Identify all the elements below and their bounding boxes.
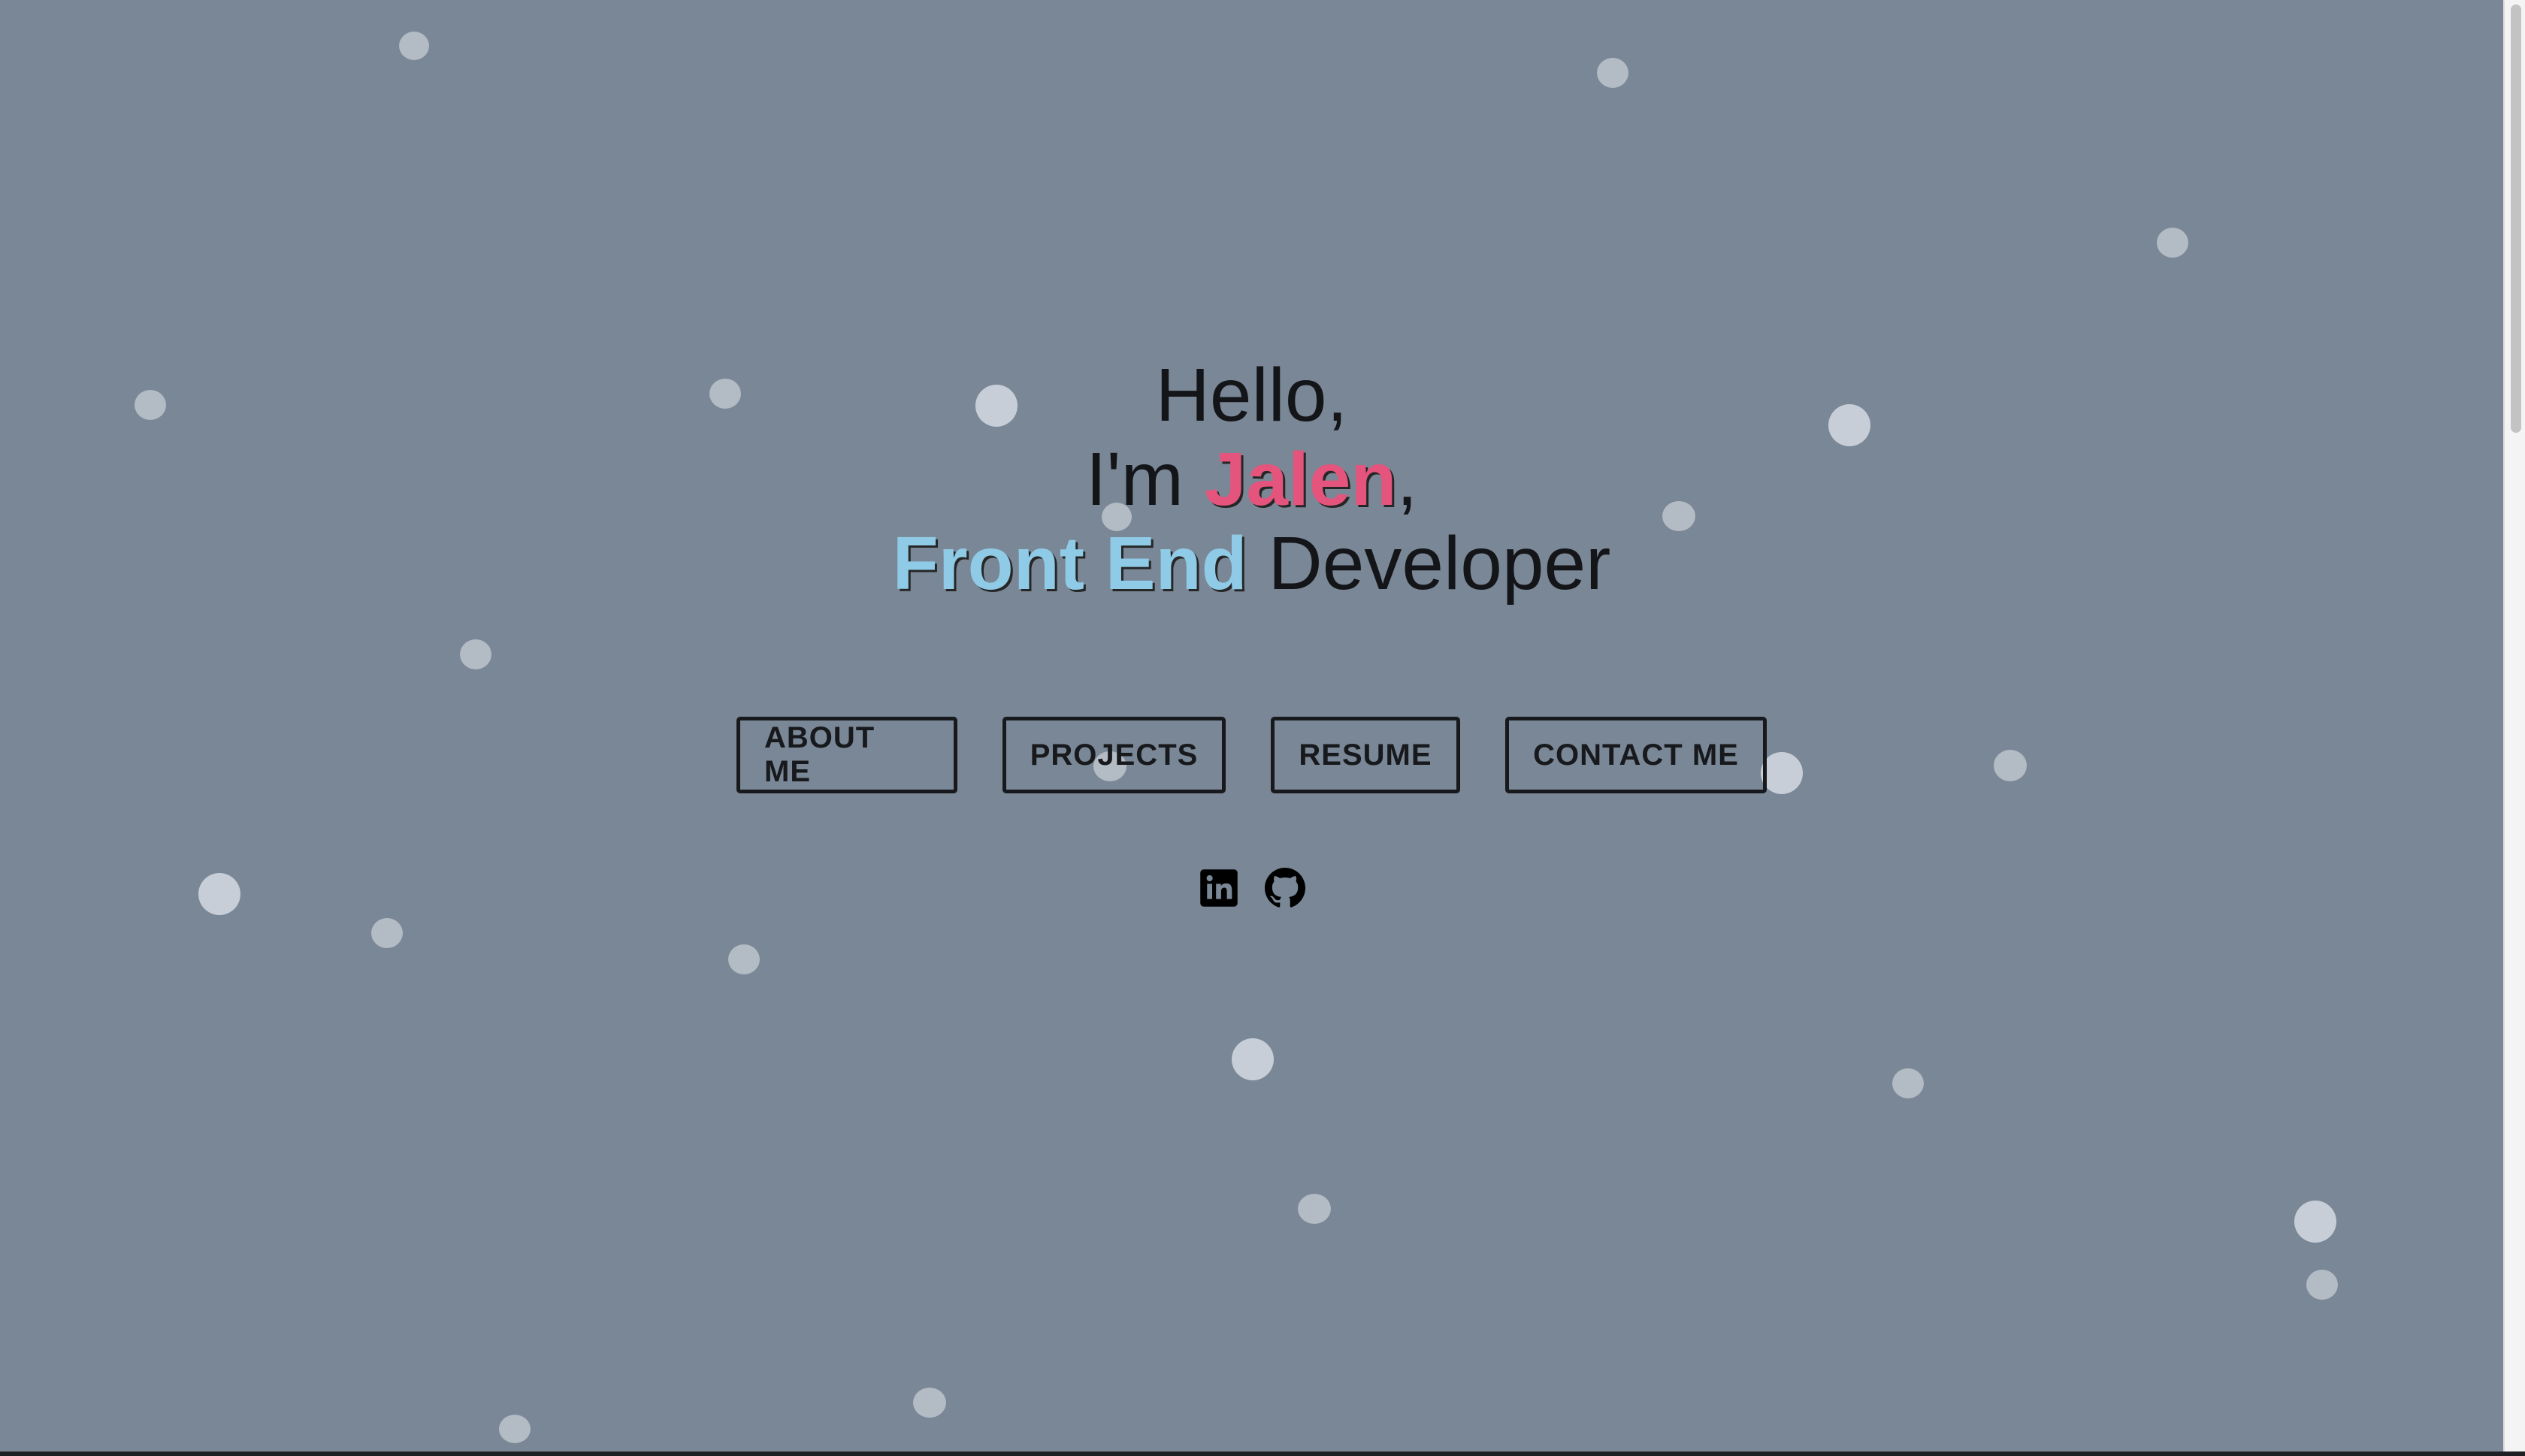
particle [913,1388,946,1418]
resume-button[interactable]: RESUME [1271,717,1460,793]
github-link[interactable] [1264,868,1305,908]
contact-me-button[interactable]: CONTACT ME [1505,717,1767,793]
greeting-text: Hello, [1155,353,1348,437]
role-highlight: Front End [892,521,1247,606]
intro-prefix: I'm [1085,437,1205,521]
particle [1892,1068,1924,1098]
particle [2306,1270,2338,1300]
role-rest: Developer [1247,521,1611,606]
particle [1232,1038,1274,1080]
particle [460,639,491,669]
github-icon [1264,868,1305,908]
social-links [0,868,2503,908]
name-highlight: Jalen [1204,437,1397,521]
bottom-border [0,1451,2525,1456]
about-me-button[interactable]: ABOUT ME [736,717,957,793]
scrollbar-thumb[interactable] [2511,5,2521,433]
intro-suffix: , [1396,437,1418,521]
particle [1298,1194,1331,1224]
particle [2294,1201,2336,1243]
page-background: Hello, I'm Jalen, Front End Developer AB… [0,0,2503,1451]
particle [371,918,403,948]
linkedin-link[interactable] [1199,868,1239,908]
hero-heading: Hello, I'm Jalen, Front End Developer [0,353,2503,606]
particle [2157,228,2188,258]
particle [499,1415,531,1443]
intro-line: I'm Jalen, [0,437,2503,521]
vertical-scrollbar[interactable] [2503,0,2525,1451]
role-line: Front End Developer [0,521,2503,606]
greeting-line: Hello, [0,353,2503,437]
particle [1597,58,1628,88]
particle [728,944,760,974]
projects-button[interactable]: PROJECTS [1002,717,1226,793]
main-nav: ABOUT ME PROJECTS RESUME CONTACT ME [0,717,2503,793]
linkedin-icon [1199,869,1238,907]
particle [399,32,429,60]
